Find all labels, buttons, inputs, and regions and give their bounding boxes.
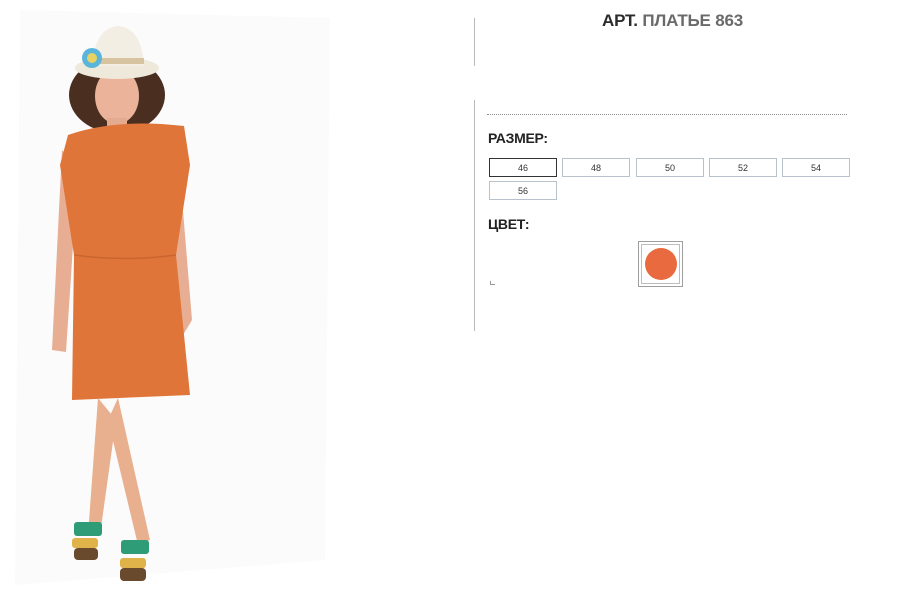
divider-top (474, 18, 475, 66)
size-option-46[interactable]: 46 (489, 158, 557, 177)
color-label: ЦВЕТ: (488, 216, 530, 232)
title-prefix: АРТ. (602, 11, 638, 30)
size-option-52[interactable]: 52 (709, 158, 777, 177)
color-swatch-frame (641, 244, 680, 284)
product-title: АРТ. ПЛАТЬЕ 863 (560, 11, 785, 31)
color-swatch-button[interactable] (638, 241, 683, 287)
color-swatch-dot (644, 248, 677, 280)
title-code: ПЛАТЬЕ 863 (642, 11, 743, 30)
size-option-56[interactable]: 56 (489, 181, 557, 200)
corner-mark (490, 281, 495, 285)
product-photo (0, 0, 470, 594)
size-option-54[interactable]: 54 (782, 158, 850, 177)
size-option-48[interactable]: 48 (562, 158, 630, 177)
size-option-50[interactable]: 50 (636, 158, 704, 177)
section-divider (487, 114, 847, 115)
divider-main (474, 100, 475, 331)
size-label: РАЗМЕР: (488, 130, 548, 146)
